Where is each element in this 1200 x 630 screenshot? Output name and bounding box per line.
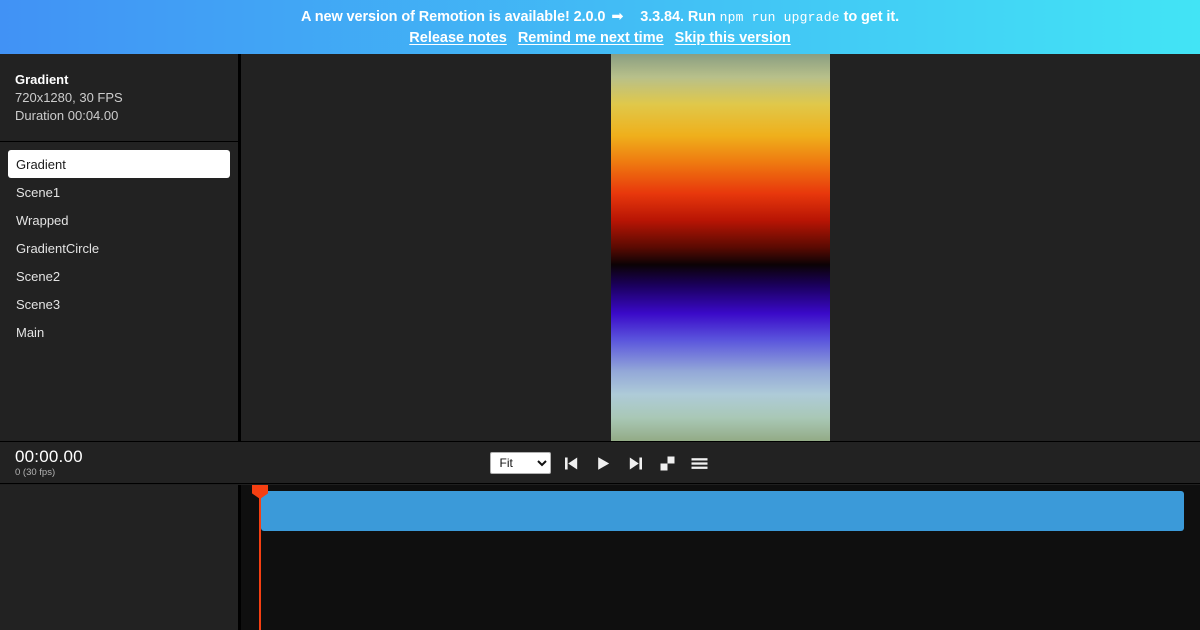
- timeline-clip-bar[interactable]: [261, 491, 1184, 531]
- banner-upgrade-command: npm run upgrade: [719, 10, 840, 25]
- composition-item-label: GradientCircle: [16, 240, 100, 256]
- jump-to-end-button[interactable]: [625, 452, 647, 474]
- play-icon: [596, 456, 611, 471]
- player-control-bar: 00:00.00 0 (30 fps) Fit: [0, 441, 1200, 484]
- composition-item-wrapped[interactable]: Wrapped: [8, 206, 230, 234]
- preview-canvas-area[interactable]: [241, 54, 1200, 441]
- update-banner: A new version of Remotion is available! …: [0, 0, 1200, 54]
- composition-item-scene1[interactable]: Scene1: [8, 178, 230, 206]
- menu-button[interactable]: [689, 452, 711, 474]
- update-banner-links: Release notes Remind me next time Skip t…: [409, 29, 790, 47]
- update-banner-message: A new version of Remotion is available! …: [301, 8, 899, 27]
- banner-suffix-text: to get it.: [843, 9, 900, 25]
- banner-run-word: Run: [687, 9, 716, 25]
- skip-forward-icon: [628, 456, 643, 471]
- composition-item-gradientcircle[interactable]: GradientCircle: [8, 234, 230, 262]
- composition-dimensions: 720x1280, 30 FPS: [15, 90, 123, 105]
- toggle-checkerboard-button[interactable]: [657, 452, 679, 474]
- compositions-sidebar: Gradient 720x1280, 30 FPS Duration 00:04…: [0, 54, 238, 441]
- skip-back-icon: [564, 456, 579, 471]
- composition-item-label: Scene2: [16, 268, 61, 284]
- composition-duration: Duration 00:04.00: [15, 108, 119, 123]
- timeline-track-area[interactable]: [241, 485, 1200, 630]
- banner-prefix-text: A new version of Remotion is available!: [300, 9, 570, 25]
- banner-current-version: 2.0.0: [573, 9, 606, 25]
- composition-item-gradient[interactable]: Gradient: [8, 150, 230, 178]
- skip-version-link[interactable]: Skip this version: [675, 29, 791, 47]
- arrow-right-icon: ➡: [611, 9, 624, 25]
- composition-item-label: Gradient: [16, 156, 66, 172]
- remind-me-link[interactable]: Remind me next time: [518, 29, 664, 47]
- timeline-layer-panel: [0, 485, 238, 630]
- composition-item-label: Scene1: [16, 184, 61, 200]
- banner-new-version: 3.3.84.: [640, 9, 684, 25]
- composition-item-label: Main: [16, 324, 45, 340]
- release-notes-link[interactable]: Release notes: [409, 29, 507, 47]
- composition-name: Gradient: [15, 72, 69, 87]
- composition-item-label: Scene3: [16, 296, 61, 312]
- composition-list: Gradient Scene1 Wrapped GradientCircle S…: [0, 142, 238, 441]
- jump-to-start-button[interactable]: [561, 452, 583, 474]
- play-button[interactable]: [593, 452, 615, 474]
- video-preview: [611, 54, 830, 441]
- playback-controls: Fit: [0, 442, 1200, 484]
- composition-item-scene3[interactable]: Scene3: [8, 290, 230, 318]
- remotion-studio-window: A new version of Remotion is available! …: [0, 0, 1200, 630]
- composition-item-label: Wrapped: [16, 212, 69, 228]
- composition-info-panel: Gradient 720x1280, 30 FPS Duration 00:04…: [0, 54, 238, 142]
- hamburger-menu-icon: [691, 456, 708, 471]
- playhead-line: [259, 485, 261, 630]
- checkerboard-icon: [660, 456, 675, 471]
- composition-item-scene2[interactable]: Scene2: [8, 262, 230, 290]
- zoom-level-select[interactable]: Fit: [489, 452, 551, 474]
- composition-item-main[interactable]: Main: [8, 318, 230, 346]
